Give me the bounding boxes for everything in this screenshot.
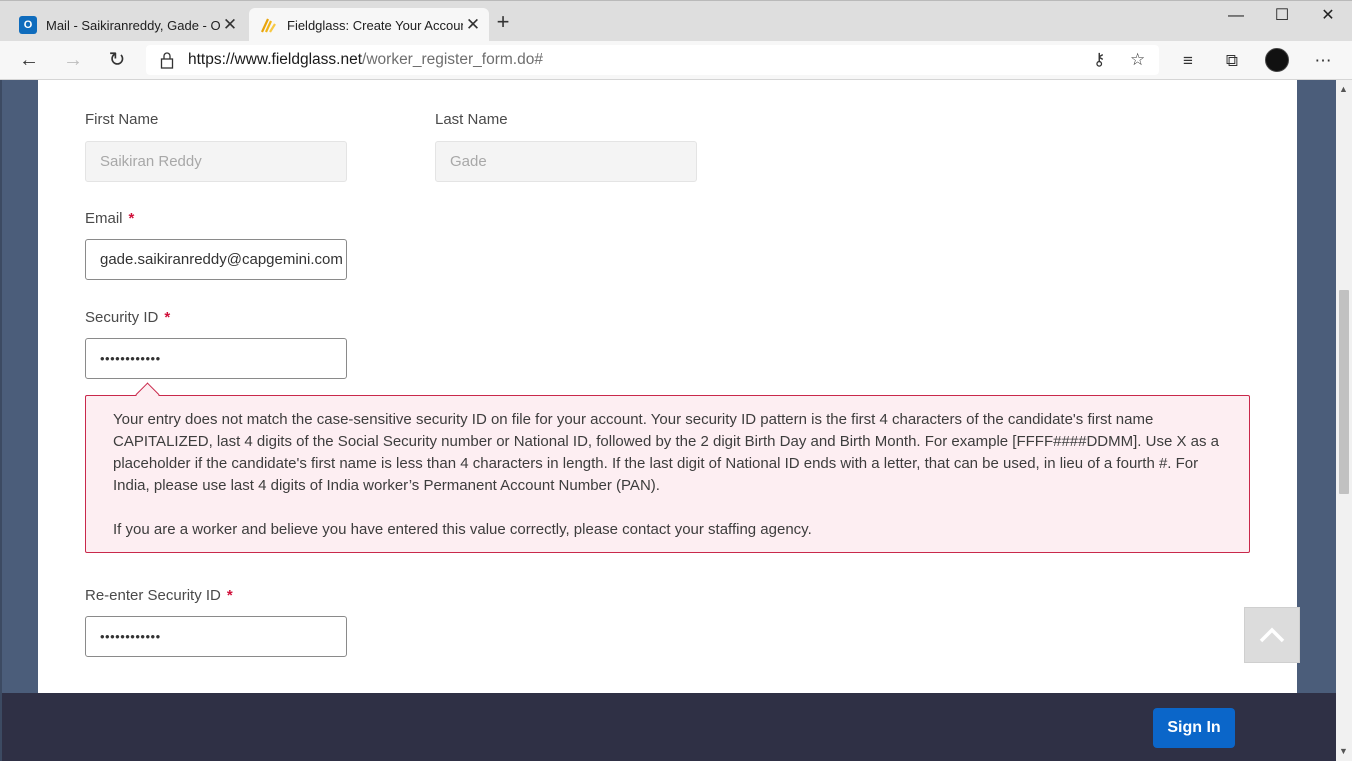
- email-label-text: Email: [85, 210, 123, 227]
- last-name-field: Gade: [435, 141, 697, 182]
- tab-title: Mail - Saikiranreddy, Gade - Outlook: [46, 17, 220, 33]
- first-name-field: Saikiran Reddy: [85, 141, 347, 182]
- scroll-down-arrow-icon[interactable]: ▼: [1339, 746, 1348, 756]
- security-id-field[interactable]: ••••••••••••: [85, 338, 347, 379]
- maximize-icon[interactable]: ☐: [1259, 5, 1305, 29]
- security-id-label: Security ID *: [85, 309, 170, 326]
- favorites-icon[interactable]: ≡: [1177, 50, 1199, 72]
- reenter-security-id-label-text: Re-enter Security ID: [85, 587, 221, 604]
- more-icon[interactable]: ⋯: [1312, 50, 1334, 72]
- security-id-label-text: Security ID: [85, 309, 159, 326]
- close-window-icon[interactable]: ✕: [1305, 5, 1351, 29]
- lock-icon: [160, 52, 174, 69]
- page-viewport: First Name Saikiran Reddy Last Name Gade…: [0, 80, 1336, 761]
- forward-icon[interactable]: →: [60, 48, 86, 72]
- scroll-thumb[interactable]: [1339, 290, 1349, 494]
- minimize-icon[interactable]: —: [1213, 5, 1259, 29]
- scrollbar[interactable]: ▲ ▼: [1336, 80, 1352, 761]
- page-edge: [0, 80, 2, 761]
- scroll-up-arrow-icon[interactable]: ▲: [1339, 84, 1348, 94]
- key-icon[interactable]: ⚷: [1093, 50, 1105, 70]
- required-mark: *: [164, 309, 171, 326]
- avatar[interactable]: [1265, 48, 1289, 72]
- reenter-security-id-label: Re-enter Security ID *: [85, 587, 233, 604]
- sign-in-button[interactable]: Sign In: [1153, 708, 1235, 748]
- collections-icon[interactable]: ⧉: [1221, 50, 1243, 72]
- address-bar[interactable]: https://www.fieldglass.net/worker_regist…: [146, 45, 1159, 75]
- fieldglass-icon: [261, 18, 276, 33]
- email-label: Email *: [85, 210, 134, 227]
- close-tab-icon[interactable]: ✕: [463, 15, 483, 35]
- favorite-star-icon[interactable]: ☆: [1130, 50, 1145, 70]
- outlook-icon: O: [19, 16, 37, 34]
- reenter-security-id-field[interactable]: ••••••••••••: [85, 616, 347, 657]
- tab-title: Fieldglass: Create Your Account: [287, 17, 463, 33]
- error-contact-text: If you are a worker and believe you have…: [113, 521, 812, 538]
- close-tab-icon[interactable]: ✕: [220, 15, 240, 35]
- required-mark: *: [226, 587, 233, 604]
- footer-bar: Sign In: [0, 693, 1336, 761]
- browser-toolbar: ← → ↻ https://www.fieldglass.net/worker_…: [0, 41, 1352, 80]
- browser-tab-bar: O Mail - Saikiranreddy, Gade - Outlook ✕…: [0, 0, 1352, 42]
- required-mark: *: [128, 210, 135, 227]
- tab-outlook-mail[interactable]: O Mail - Saikiranreddy, Gade - Outlook ✕: [8, 8, 246, 42]
- back-icon[interactable]: ←: [16, 48, 42, 72]
- registration-form-card: First Name Saikiran Reddy Last Name Gade…: [38, 80, 1297, 693]
- email-field[interactable]: gade.saikiranreddy@capgemini.com: [85, 239, 347, 280]
- last-name-label: Last Name: [435, 111, 508, 128]
- first-name-label: First Name: [85, 111, 159, 128]
- refresh-icon[interactable]: ↻: [104, 48, 130, 72]
- chevron-up-icon: [1259, 627, 1285, 643]
- url-host: https://www.fieldglass.net: [188, 51, 363, 68]
- new-tab-icon[interactable]: +: [492, 11, 514, 35]
- url-path: /worker_register_form.do#: [362, 51, 543, 68]
- scroll-to-top-button[interactable]: [1244, 607, 1300, 663]
- tab-fieldglass[interactable]: Fieldglass: Create Your Account ✕: [249, 8, 489, 42]
- error-text: Your entry does not match the case-sensi…: [113, 411, 1220, 494]
- security-id-error-message: Your entry does not match the case-sensi…: [85, 395, 1250, 553]
